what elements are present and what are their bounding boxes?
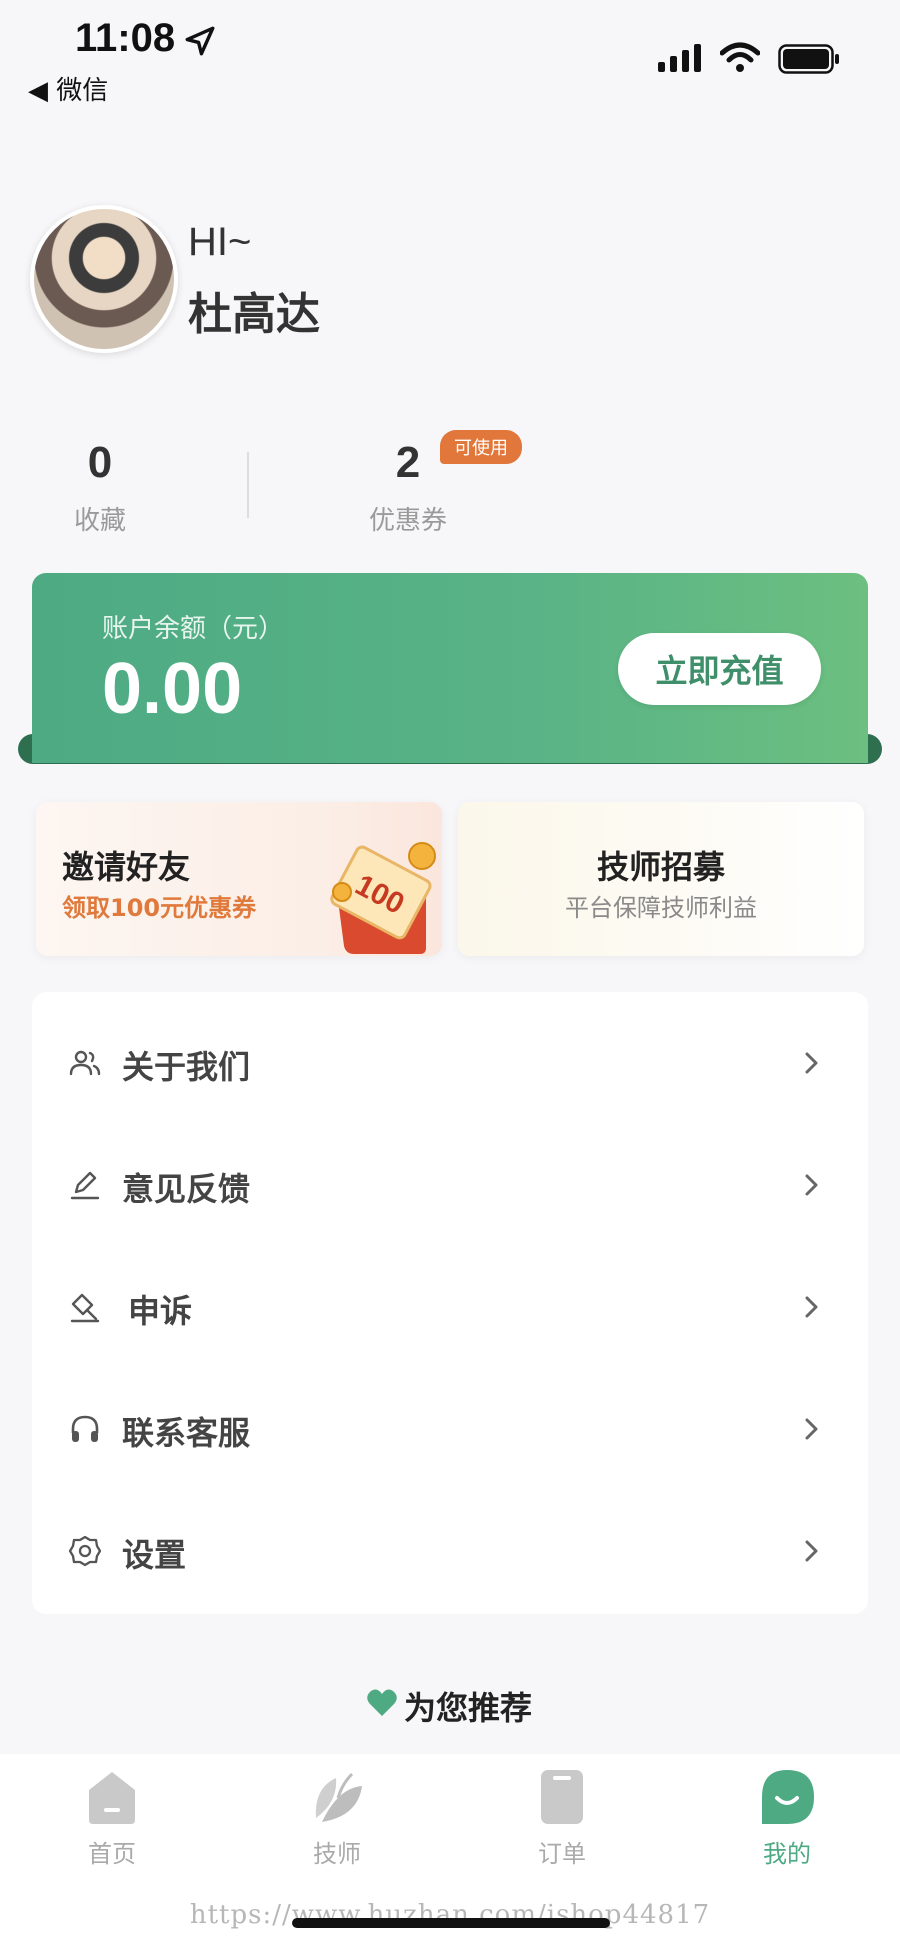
recommend-title: 为您推荐 — [404, 1689, 533, 1727]
cellular-signal-icon — [658, 44, 701, 72]
smile-icon — [762, 1770, 814, 1824]
edit-icon — [70, 1171, 100, 1200]
tab-label: 订单 — [538, 1840, 586, 1868]
favorites-label[interactable]: 收藏 — [40, 500, 160, 537]
tab-label: 我的 — [763, 1840, 811, 1868]
stats-divider — [247, 452, 249, 518]
coupons-label[interactable]: 优惠券 — [348, 500, 468, 537]
gear-icon — [68, 1535, 102, 1567]
menu-item-feedback[interactable]: 意见反馈 — [32, 1124, 868, 1246]
greeting-text: HI~ — [188, 220, 252, 264]
menu-label: 设置 — [122, 1536, 187, 1574]
home-indicator[interactable] — [292, 1918, 610, 1928]
headset-icon — [71, 1415, 99, 1442]
avatar[interactable] — [30, 205, 178, 353]
recharge-button[interactable]: 立即充值 — [618, 633, 821, 705]
balance-value: 0.00 — [102, 649, 243, 729]
menu-label: 联系客服 — [122, 1414, 251, 1452]
invite-subtitle: 领取100元优惠券 — [62, 894, 257, 922]
chevron-right-icon — [805, 1418, 818, 1440]
tab-label: 技师 — [313, 1840, 361, 1868]
coupon-100-icon: 100 — [330, 842, 436, 954]
leaf-icon — [315, 1772, 362, 1822]
heart-icon — [367, 1689, 397, 1716]
tab-orders[interactable]: 订单 — [502, 1768, 622, 1868]
status-time: 11:08 — [75, 16, 176, 60]
chevron-right-icon — [805, 1174, 818, 1196]
recruit-title: 技师招募 — [596, 848, 725, 886]
gavel-icon — [70, 1293, 100, 1323]
tab-technician[interactable]: 技师 — [277, 1768, 397, 1868]
battery-icon — [778, 44, 839, 74]
tab-label: 首页 — [88, 1840, 136, 1868]
wifi-icon — [720, 42, 760, 72]
invite-title: 邀请好友 — [62, 848, 191, 886]
tab-mine[interactable]: 我的 — [727, 1768, 847, 1868]
back-to-wechat-link[interactable]: ◀ 微信 — [28, 70, 108, 107]
home-icon — [89, 1772, 135, 1824]
chevron-right-icon — [805, 1296, 818, 1318]
menu-item-appeal[interactable]: 申诉 — [32, 1246, 868, 1368]
menu-label: 申诉 — [128, 1292, 193, 1330]
favorites-count[interactable]: 0 — [40, 438, 160, 488]
menu-item-customer-service[interactable]: 联系客服 — [32, 1368, 868, 1490]
tab-home[interactable]: 首页 — [52, 1768, 172, 1868]
balance-label: 账户余额（元） — [102, 614, 285, 644]
menu-item-settings[interactable]: 设置 — [32, 1490, 868, 1612]
menu-label: 关于我们 — [122, 1048, 251, 1086]
location-arrow-icon — [185, 26, 215, 56]
chevron-right-icon — [805, 1052, 818, 1074]
user-name: 杜高达 — [188, 289, 320, 340]
users-icon — [69, 1050, 101, 1076]
coupon-available-badge: 可使用 — [440, 430, 522, 464]
menu-item-about-us[interactable]: 关于我们 — [32, 1002, 868, 1124]
recruit-subtitle: 平台保障技师利益 — [565, 894, 757, 922]
order-icon — [541, 1770, 583, 1824]
menu-label: 意见反馈 — [122, 1170, 251, 1208]
chevron-right-icon — [805, 1540, 818, 1562]
